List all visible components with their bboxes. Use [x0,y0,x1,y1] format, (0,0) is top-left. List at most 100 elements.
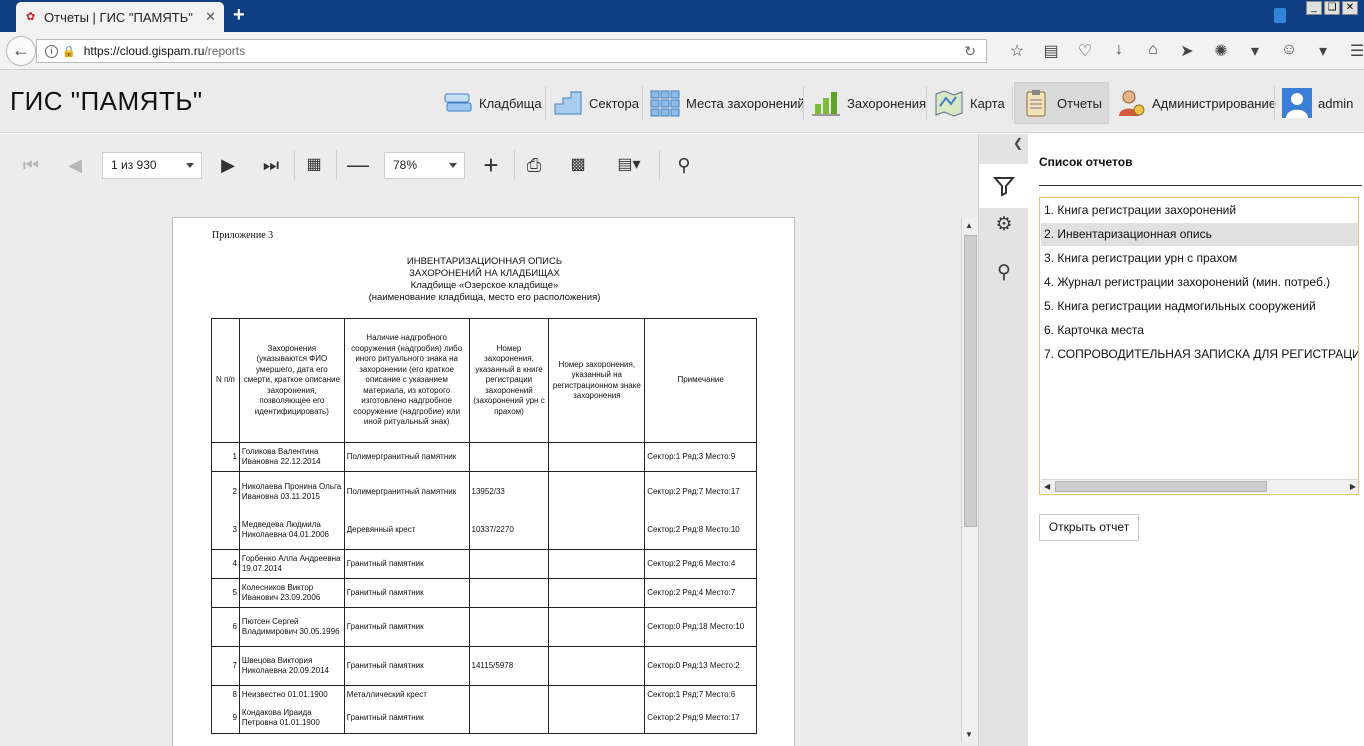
menu-cemeteries[interactable]: Кладбища [443,82,542,124]
cell-note: Сектор:1 Ряд:3 Место:9 [644,442,757,472]
browser-toolbar-icons: ☆ ▤ ♡ ↓ ⌂ ➤ ✺ ▾ ☺ ▾ ☰ [1000,41,1364,61]
dropdown-icon-2[interactable]: ▾ [1306,41,1340,61]
menu-sectors[interactable]: Сектора [553,82,639,124]
cell-note: Сектор:2 Ряд:4 Место:7 [644,578,757,608]
collapse-panel-icon[interactable]: ❮ [1013,136,1023,150]
toolbar-divider [659,150,660,180]
menu-map[interactable]: Карта [934,82,1005,124]
viewer-scrollbar[interactable]: ▲ ▼ [961,218,978,742]
menu-divider [1108,86,1109,120]
list-item[interactable]: 5. Книга регистрации надмогильных сооруж… [1041,295,1358,318]
list-item[interactable]: 4. Журнал регистрации захоронений (мин. … [1041,271,1358,294]
filter-icon[interactable] [979,164,1029,208]
menu-reports[interactable]: Отчеты [1014,82,1109,124]
address-bar[interactable]: i 🔒 https://cloud.gispam.ru/reports ↻ [36,39,987,63]
header-cell: N п/п [211,318,240,443]
print-icon[interactable]: ⎙ [521,152,547,178]
open-report-button[interactable]: Открыть отчет [1039,514,1139,541]
bookmark-star-icon[interactable]: ☆ [1000,41,1034,61]
menu-reports-label: Отчеты [1057,95,1102,111]
cell-book-no [468,607,550,647]
cell-num: 2 [211,471,240,512]
cell-monument: Гранитный памятник [343,549,470,579]
cell-name: Пютсен Сергей Владимирович 30.05.1996 [238,607,345,647]
cell-name: Швецова Виктория Николаевна 20.09.2014 [238,646,345,686]
dropdown-icon[interactable]: ▾ [1238,41,1272,61]
cell-name: Колесников Виктор Иванович 23.09.2006 [238,578,345,608]
minimize-icon[interactable]: _ [1306,1,1322,15]
avatar [1282,88,1312,118]
list-item[interactable]: 3. Книга регистрации урн с прахом [1041,247,1358,270]
menu-burials[interactable]: Захоронения [811,82,926,124]
pocket-icon[interactable]: ♡ [1068,41,1102,61]
next-page-icon[interactable]: ▶ [215,152,241,178]
home-icon[interactable]: ⌂ [1136,41,1170,61]
list-item[interactable]: 2. Инвентаризационная опись [1041,223,1358,246]
cell-monument: Гранитный памятник [343,578,470,608]
send-icon[interactable]: ➤ [1170,41,1204,61]
close-tab-icon[interactable]: ✕ [205,9,216,25]
gear-icon[interactable]: ⚙ [989,210,1019,240]
scroll-down-icon[interactable]: ▼ [965,730,973,739]
info-icon[interactable]: i [45,44,58,58]
scroll-up-icon[interactable]: ▲ [965,221,973,230]
table-row: 5 Колесников Виктор Иванович 23.09.2006 … [211,578,757,608]
reports-list[interactable]: 1. Книга регистрации захоронений 2. Инве… [1039,197,1359,495]
menu-administration[interactable]: Администрирование [1116,82,1276,124]
close-window-icon[interactable]: ✕ [1342,1,1358,15]
cell-sign-no [548,703,646,734]
export-icon[interactable]: ▤▾ [609,152,649,178]
maximize-icon[interactable]: ❏ [1324,1,1340,15]
search-icon[interactable]: ⚲ [671,152,697,178]
new-tab-icon[interactable]: + [233,5,245,25]
save-icon[interactable]: ▩ [565,152,591,178]
table-row: 2 Николаева Пронина Ольга Ивановна 03.11… [211,471,757,512]
header-cell: Примечание [644,318,757,443]
zoom-selector[interactable]: 78% [384,152,465,179]
view-mode-icon[interactable]: ▦ [301,152,327,178]
cell-book-no: 10337/2270 [468,511,550,550]
cell-note: Сектор:2 Ряд:7 Место:17 [644,471,757,512]
reports-panel-title: Список отчетов [1039,155,1133,169]
cell-name: Голикова Валентина Ивановна 22.12.2014 [238,442,345,472]
zoom-in-icon[interactable]: + [478,152,504,178]
back-arrow-icon[interactable]: ← [6,36,36,66]
tab-title: Отчеты | ГИС "ПАМЯТЬ" [44,9,193,25]
chevron-down-icon [449,163,457,168]
cell-name: Кондакова Ираида Петровна 01.01.1900 [238,703,345,734]
url-text: https://cloud.gispam.ru/reports [83,44,246,58]
reading-list-icon[interactable]: ▤ [1034,41,1068,61]
browser-tab[interactable]: ✿ Отчеты | ГИС "ПАМЯТЬ" ✕ [16,2,224,32]
page-selector[interactable]: 1 из 930 [102,152,202,179]
list-horizontal-scrollbar[interactable]: ◀ ▶ [1041,479,1358,494]
lock-icon[interactable]: 🔒 [62,45,76,58]
scroll-left-icon[interactable]: ◀ [1044,480,1050,494]
app-title: ГИС "ПАМЯТЬ" [10,86,203,116]
list-item[interactable]: 6. Карточка места [1041,319,1358,342]
cell-book-no: 14115/5978 [468,646,550,686]
last-page-icon[interactable]: ⏭ [258,152,284,178]
cell-monument: Гранитный памятник [343,607,470,647]
search-icon[interactable]: ⚲ [989,258,1019,288]
list-item[interactable]: 7. СОПРОВОДИТЕЛЬНАЯ ЗАПИСКА ДЛЯ РЕГИСТРА… [1041,343,1358,366]
toolbar-divider [294,150,295,180]
scrollbar-thumb[interactable] [964,235,977,527]
prev-page-icon[interactable]: ◀ [62,152,88,178]
scroll-right-icon[interactable]: ▶ [1350,480,1356,494]
reload-icon[interactable]: ↻ [964,43,976,60]
user-menu[interactable]: admin [1282,82,1353,124]
cell-name: Медведева Людмила Николаевна 04.01.2006 [238,511,345,550]
download-icon[interactable]: ↓ [1102,41,1136,61]
hamburger-menu-icon[interactable]: ☰ [1340,41,1364,61]
grid-places-icon [650,88,680,118]
first-page-icon[interactable]: ⏮ [18,152,44,178]
list-item[interactable]: 1. Книга регистрации захоронений [1041,199,1358,222]
menu-burial-places[interactable]: Места захоронений [650,82,805,124]
title-line: ИНВЕНТАРИЗАЦИОННАЯ ОПИСЬ [406,256,563,267]
report-page: Приложение 3 ИНВЕНТАРИЗАЦИОННАЯ ОПИСЬ ЗА… [172,217,795,746]
zoom-out-icon[interactable]: — [345,152,371,178]
extension-icon[interactable]: ✺ [1204,41,1238,61]
chevron-down-icon [186,163,194,168]
profile-icon[interactable]: ☺ [1272,41,1306,61]
scrollbar-thumb[interactable] [1055,481,1267,492]
